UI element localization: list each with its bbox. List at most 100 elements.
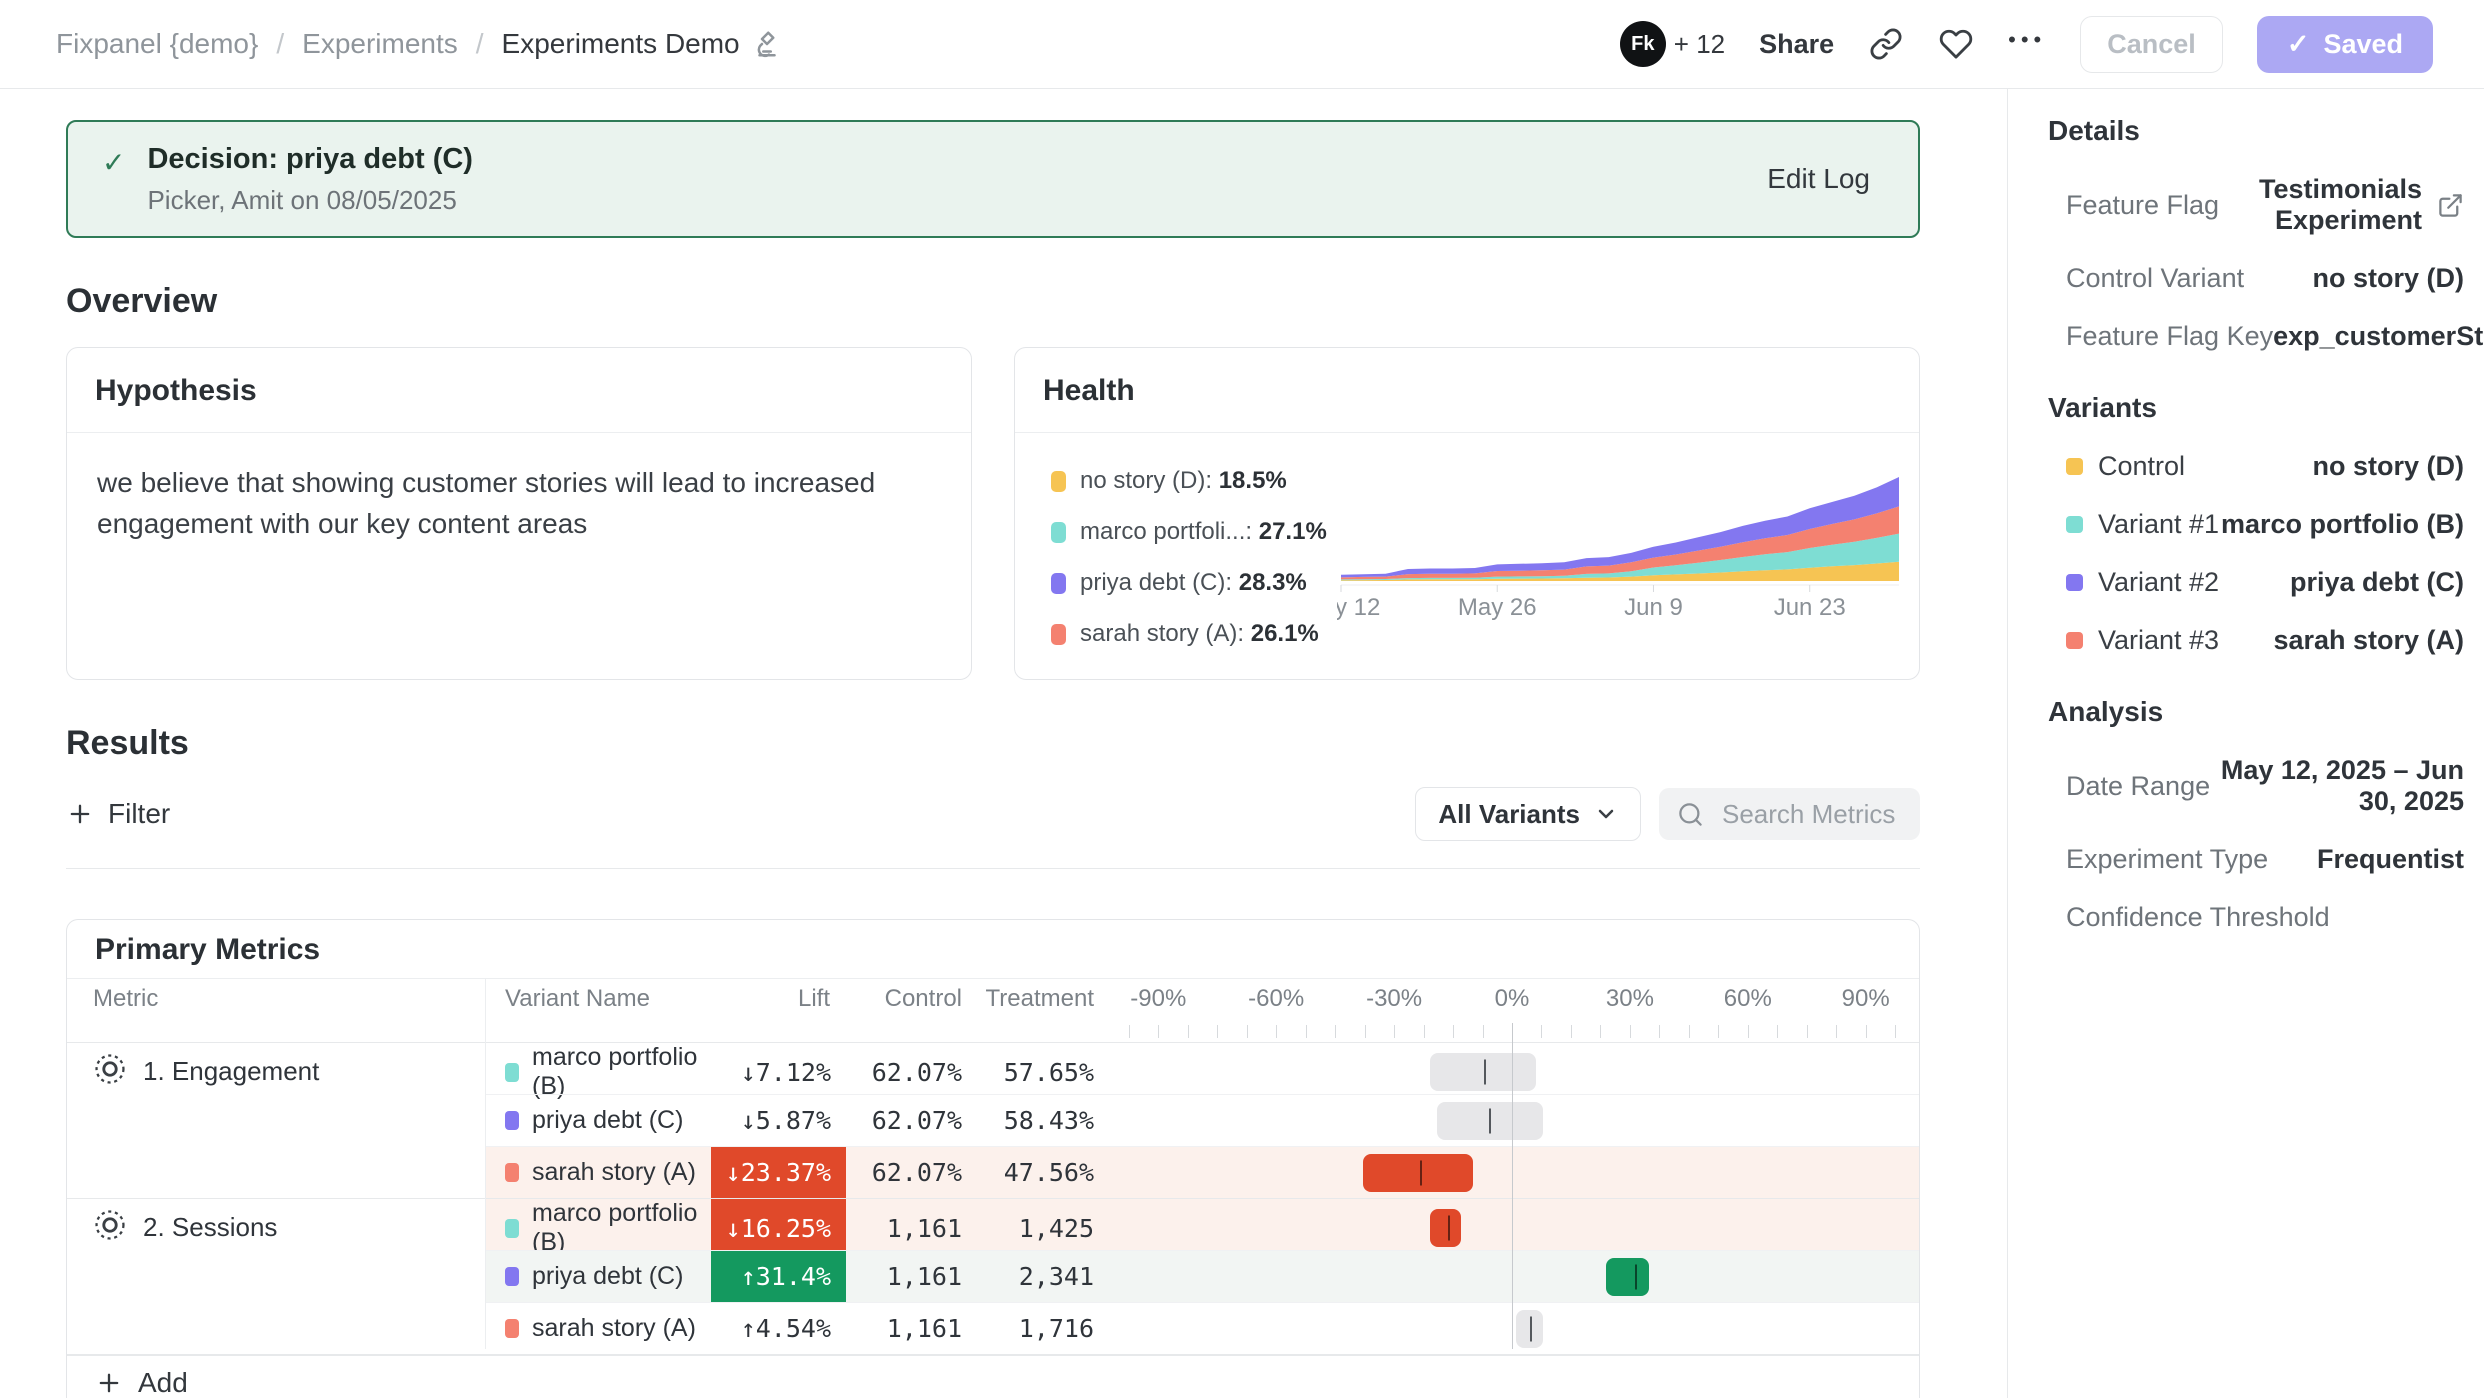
column-header-variant: Variant Name <box>485 979 711 1019</box>
hypothesis-card: Hypothesis we believe that showing custo… <box>66 347 972 680</box>
table-row[interactable]: priya debt (C)↑31.4%1,1612,341 <box>485 1250 1920 1302</box>
sidebar-value-text: sarah story (A) <box>2273 625 2464 656</box>
treatment-cell: 1,425 <box>976 1199 1106 1257</box>
lift-value: ↑4.54% <box>741 1314 831 1343</box>
hypothesis-title: Hypothesis <box>67 348 971 433</box>
share-button[interactable]: Share <box>1759 29 1834 60</box>
more-menu-button[interactable]: ••• <box>2008 27 2046 61</box>
variant-color-chip <box>505 1319 519 1338</box>
breadcrumb-separator: / <box>276 28 284 60</box>
top-bar: Fixpanel {demo} / Experiments / Experime… <box>0 0 2484 89</box>
sidebar-row: Date RangeMay 12, 2025 – Jun 30, 2025 <box>2048 755 2464 817</box>
confidence-interval-cell <box>1106 1043 1920 1101</box>
check-icon: ✓ <box>102 146 125 179</box>
copy-link-button[interactable] <box>1868 26 1904 62</box>
sidebar-row-value: Frequentist <box>2317 844 2464 875</box>
sidebar-row: Confidence Threshold <box>2048 902 2464 933</box>
sidebar-row-value: no story (D) <box>2313 263 2465 294</box>
metric-name: 2. Sessions <box>143 1212 277 1243</box>
breadcrumb-separator: / <box>476 28 484 60</box>
link-icon <box>1869 27 1903 61</box>
column-header-treatment: Treatment <box>976 979 1106 1019</box>
axis-tick <box>1777 1025 1778 1038</box>
axis-label: 30% <box>1606 979 1654 1019</box>
search-icon <box>1677 801 1704 828</box>
sidebar-row-value: sarah story (A) <box>2273 625 2464 656</box>
cancel-button[interactable]: Cancel <box>2080 16 2223 73</box>
variant-color-chip <box>2066 516 2083 533</box>
breadcrumb-experiments[interactable]: Experiments <box>302 28 458 60</box>
sidebar-row-label: Variant #3 <box>2098 625 2219 656</box>
confidence-interval-cell <box>1106 1147 1920 1198</box>
table-row[interactable]: marco portfolio (B)↓7.12%62.07%57.65% <box>485 1043 1920 1094</box>
add-label: Add <box>138 1367 188 1398</box>
metric-group: 2. Sessions marco portfolio (B)↓16.25%1,1… <box>67 1199 1919 1355</box>
lift-marker <box>1448 1216 1450 1241</box>
axis-tick <box>1748 1025 1749 1038</box>
lift-marker <box>1530 1316 1532 1341</box>
axis-label: 0% <box>1495 979 1530 1019</box>
saved-button[interactable]: ✓ Saved <box>2257 16 2433 73</box>
sidebar-value-text: marco portfolio (B) <box>2221 509 2464 540</box>
x-tick-label: May 12 <box>1337 594 1380 621</box>
metric-column-divider <box>485 979 486 1349</box>
sidebar-value-text: exp_customerStory <box>2273 321 2484 352</box>
chevron-down-icon <box>1594 802 1618 826</box>
variant-color-chip <box>505 1163 519 1182</box>
variant-name: priya debt (C) <box>532 1106 683 1135</box>
axis-tick <box>1394 1025 1395 1038</box>
metric-group-rows: marco portfolio (B)↓7.12%62.07%57.65% pri… <box>485 1043 1920 1198</box>
add-filter-button[interactable]: Filter <box>66 798 170 830</box>
table-row[interactable]: marco portfolio (B)↓16.25%1,1611,425 <box>485 1199 1920 1250</box>
lift-cell: ↓5.87% <box>711 1095 846 1146</box>
confidence-interval-bar <box>1430 1209 1461 1247</box>
table-row[interactable]: sarah story (A)↑4.54%1,1611,716 <box>485 1302 1920 1354</box>
confidence-interval-cell <box>1106 1095 1920 1146</box>
table-row[interactable]: sarah story (A)↓23.37%62.07%47.56% <box>485 1146 1920 1198</box>
details-heading: Details <box>2048 115 2464 147</box>
sidebar-row: Variant #2priya debt (C) <box>2048 567 2464 598</box>
variants-dropdown[interactable]: All Variants <box>1415 787 1641 841</box>
axis-tick <box>1158 1025 1159 1038</box>
lift-axis: -90%-60%-30%0%30%60%90% <box>1106 979 1920 1043</box>
edit-log-button[interactable]: Edit Log <box>1767 163 1870 195</box>
health-title: Health <box>1015 348 1919 433</box>
metric-cell[interactable]: 2. Sessions <box>67 1199 485 1354</box>
lift-cell: ↑31.4% <box>711 1251 846 1302</box>
collaborators[interactable]: Fk + 12 <box>1620 21 1725 67</box>
variant-color-chip <box>505 1111 519 1130</box>
sidebar-row-value[interactable]: exp_customerStory <box>2273 321 2484 352</box>
variant-color-chip <box>505 1219 519 1238</box>
analysis-heading: Analysis <box>2048 696 2464 728</box>
overview-cards: Hypothesis we believe that showing custo… <box>66 347 1920 680</box>
results-divider <box>66 868 1920 869</box>
sidebar-row-value: no story (D) <box>2313 451 2465 482</box>
results-heading: Results <box>66 724 1920 763</box>
sidebar-row-label: Date Range <box>2066 771 2210 802</box>
legend-label: no story (D): 18.5% <box>1080 467 1287 495</box>
filter-label: Filter <box>108 798 170 830</box>
add-metric-button[interactable]: Add <box>67 1355 1919 1398</box>
zero-axis-line <box>1512 1023 1513 1349</box>
breadcrumb-project[interactable]: Fixpanel {demo} <box>56 28 258 60</box>
search-metrics-box <box>1659 788 1920 840</box>
axis-tick <box>1129 1025 1130 1038</box>
sidebar-row: Controlno story (D) <box>2048 451 2464 482</box>
metric-cell[interactable]: 1. Engagement <box>67 1043 485 1198</box>
avatar[interactable]: Fk <box>1620 21 1666 67</box>
axis-tick <box>1689 1025 1690 1038</box>
favorite-button[interactable] <box>1938 26 1974 62</box>
lift-cell: ↑4.54% <box>711 1303 846 1354</box>
metric-group: 1. Engagement marco portfolio (B)↓7.12%62… <box>67 1043 1919 1199</box>
axis-tick <box>1836 1025 1837 1038</box>
sidebar-row-value[interactable]: Testimonials Experiment <box>2219 174 2464 236</box>
axis-tick <box>1718 1025 1719 1038</box>
metric-name: 1. Engagement <box>143 1056 319 1087</box>
table-row[interactable]: priya debt (C)↓5.87%62.07%58.43% <box>485 1094 1920 1146</box>
search-metrics-input[interactable] <box>1720 798 1914 831</box>
collaborator-count-badge: + 12 <box>1674 29 1725 60</box>
legend-label: sarah story (A): 26.1% <box>1080 620 1319 648</box>
lift-value: ↑31.4% <box>741 1262 831 1291</box>
lift-cell: ↓23.37% <box>711 1147 846 1198</box>
metric-goal-icon <box>93 1052 127 1086</box>
